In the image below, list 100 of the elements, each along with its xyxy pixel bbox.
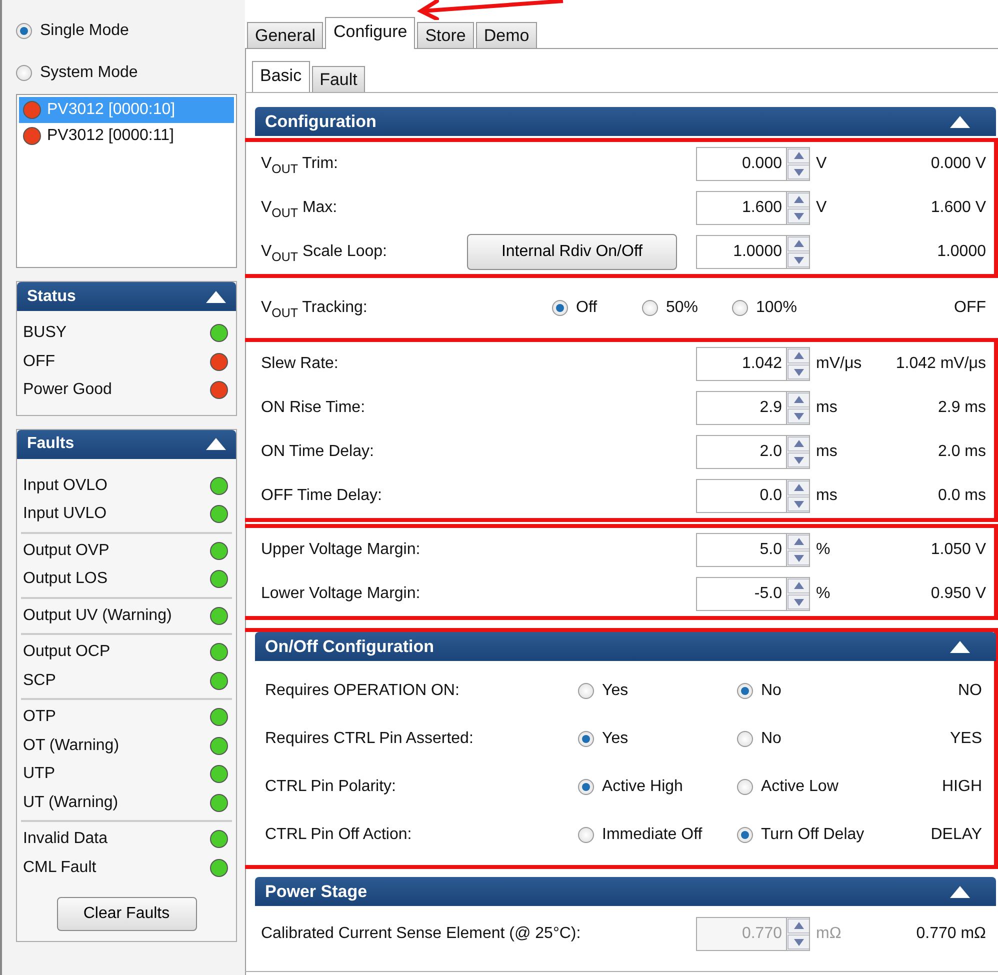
- unit-label: mΩ: [815, 924, 842, 944]
- radio-button[interactable]: [642, 300, 658, 316]
- radio-button[interactable]: [737, 827, 753, 843]
- tab[interactable]: General: [247, 22, 324, 48]
- field-label: Slew Rate:: [261, 354, 340, 374]
- status-label: SCP: [23, 670, 56, 691]
- field-label: CTRL Pin Off Action:: [265, 825, 413, 845]
- spin-buttons[interactable]: [786, 435, 810, 469]
- field-label: Requires OPERATION ON:: [265, 681, 460, 701]
- field-label: Upper Voltage Margin:: [261, 540, 422, 560]
- section-title: Power Stage: [265, 880, 368, 903]
- status-label: UT (Warning): [23, 792, 118, 813]
- readback-value: HIGH: [941, 777, 982, 797]
- section-title: On/Off Configuration: [265, 636, 434, 658]
- radio-button[interactable]: [16, 65, 32, 81]
- panel-title: Faults: [27, 434, 74, 454]
- status-label: Output LOS: [23, 569, 108, 590]
- spin-buttons[interactable]: [786, 347, 810, 381]
- radio-label[interactable]: 50%: [666, 296, 698, 320]
- radio-label[interactable]: No: [761, 679, 782, 703]
- radio-button[interactable]: [552, 300, 568, 316]
- spin-buttons[interactable]: [786, 479, 810, 513]
- radio-label[interactable]: Turn Off Delay: [761, 823, 864, 847]
- field-label: V$_{OUT}$ Scale Loop:: [261, 242, 388, 264]
- readback-value: 0.770 mΩ: [915, 924, 986, 944]
- tab[interactable]: Store: [417, 22, 474, 48]
- clear-faults-button[interactable]: Clear Faults: [56, 897, 196, 931]
- radio-button[interactable]: [737, 731, 753, 747]
- spin-buttons[interactable]: [786, 235, 810, 269]
- device-item[interactable]: PV3012 [0000:11]: [19, 123, 234, 149]
- unit-label: ms: [815, 486, 838, 506]
- radio-button[interactable]: [578, 731, 594, 747]
- number-field[interactable]: 0.000: [696, 147, 786, 181]
- spin-buttons[interactable]: [786, 191, 810, 225]
- readback-value: 0.950 V: [930, 584, 986, 604]
- readback-value: OFF: [953, 298, 986, 318]
- number-field[interactable]: 0.0: [696, 479, 786, 513]
- unit-label: V: [815, 154, 828, 174]
- radio-label[interactable]: Yes: [602, 679, 628, 703]
- radio-label[interactable]: Immediate Off: [602, 823, 702, 847]
- radio-label[interactable]: Active Low: [761, 775, 838, 799]
- unit-label: ms: [815, 398, 838, 418]
- readback-value: 1.600 V: [930, 198, 986, 218]
- radio-label[interactable]: 100%: [756, 296, 797, 320]
- collapse-icon[interactable]: [206, 290, 226, 302]
- spin-buttons[interactable]: [786, 917, 810, 951]
- readback-value: 1.042 mV/μs: [894, 354, 986, 374]
- number-field[interactable]: 1.600: [696, 191, 786, 225]
- status-label: Input UVLO: [23, 504, 107, 524]
- readback-value: 0.000 V: [930, 154, 986, 174]
- tab[interactable]: Demo: [476, 22, 538, 48]
- field-label: ON Rise Time:: [261, 398, 366, 418]
- number-field[interactable]: 1.042: [696, 347, 786, 381]
- status-label: Power Good: [23, 380, 112, 400]
- tab[interactable]: Basic: [252, 61, 310, 93]
- number-field[interactable]: 2.9: [696, 391, 786, 425]
- radio-button[interactable]: [737, 779, 753, 795]
- field-label: Requires CTRL Pin Asserted:: [265, 729, 474, 749]
- number-field[interactable]: 1.0000: [696, 235, 786, 269]
- radio-button[interactable]: [732, 300, 748, 316]
- radio-button[interactable]: [578, 683, 594, 699]
- field-label: CTRL Pin Polarity:: [265, 777, 397, 797]
- status-label: OTP: [23, 707, 56, 728]
- readback-value: 2.0 ms: [936, 442, 986, 462]
- radio-button[interactable]: [578, 827, 594, 843]
- collapse-icon[interactable]: [950, 886, 970, 898]
- collapse-icon[interactable]: [950, 640, 970, 652]
- radio-label[interactable]: Single Mode: [40, 19, 129, 43]
- radio-label[interactable]: Off: [576, 296, 598, 320]
- section-title: Configuration: [265, 110, 376, 133]
- number-field[interactable]: 2.0: [696, 435, 786, 469]
- readback-value: 0.0 ms: [936, 486, 986, 506]
- collapse-icon[interactable]: [206, 438, 226, 450]
- spin-buttons[interactable]: [786, 577, 810, 611]
- status-label: CML Fault: [23, 858, 96, 878]
- panel-title: Status: [27, 286, 76, 306]
- radio-label[interactable]: Active High: [602, 775, 683, 799]
- status-label: BUSY: [23, 323, 67, 344]
- tab[interactable]: Fault: [312, 66, 366, 92]
- readback-value: 2.9 ms: [936, 398, 986, 418]
- tab[interactable]: Configure: [325, 17, 416, 49]
- field-label: OFF Time Delay:: [261, 486, 383, 506]
- unit-label: ms: [815, 442, 838, 462]
- radio-button[interactable]: [737, 683, 753, 699]
- collapse-icon[interactable]: [950, 116, 970, 128]
- number-field[interactable]: -5.0: [696, 577, 786, 611]
- radio-button[interactable]: [16, 23, 32, 39]
- spin-buttons[interactable]: [786, 533, 810, 567]
- radio-label[interactable]: No: [761, 727, 782, 751]
- readback-value: NO: [957, 681, 982, 701]
- readback-value: DELAY: [930, 825, 982, 845]
- readback-value: 1.0000: [936, 242, 986, 262]
- number-field[interactable]: 5.0: [696, 533, 786, 567]
- spin-buttons[interactable]: [786, 147, 810, 181]
- rdiv-button[interactable]: Internal Rdiv On/Off: [467, 234, 677, 270]
- radio-label[interactable]: Yes: [602, 727, 628, 751]
- radio-label[interactable]: System Mode: [40, 61, 138, 85]
- field-label: V$_{OUT}$ Tracking:: [261, 298, 368, 320]
- radio-button[interactable]: [578, 779, 594, 795]
- spin-buttons[interactable]: [786, 391, 810, 425]
